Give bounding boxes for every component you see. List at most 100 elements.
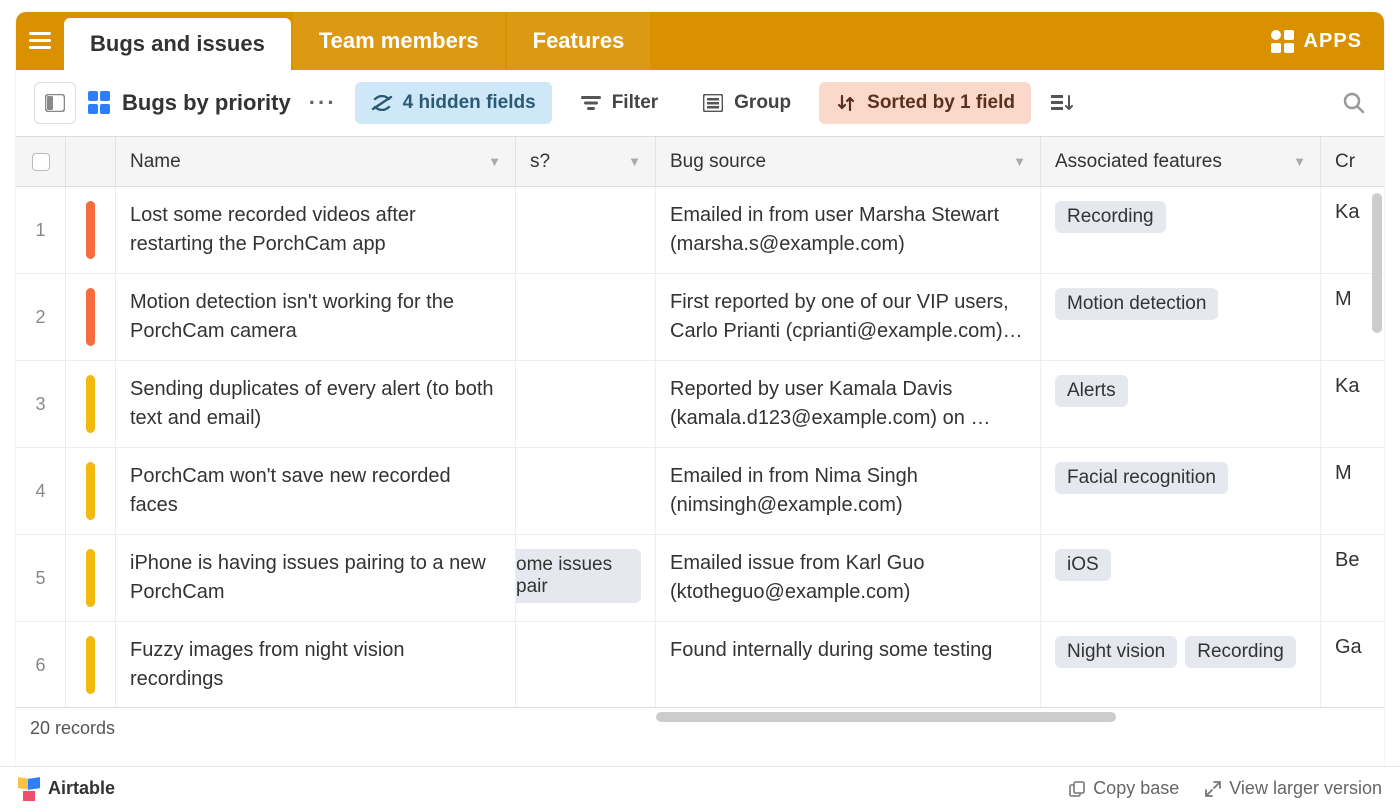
table-row[interactable]: 4 PorchCam won't save new recorded faces E… — [16, 448, 1384, 535]
priority-cell — [66, 187, 116, 273]
sort-button[interactable]: Sorted by 1 field — [819, 82, 1031, 124]
bug-source-cell[interactable]: Reported by user Kamala Davis (kamala.d1… — [656, 361, 1041, 447]
header-select-all[interactable] — [16, 137, 66, 186]
bug-source-cell[interactable]: Emailed in from user Marsha Stewart (mar… — [656, 187, 1041, 273]
priority-cell — [66, 535, 116, 621]
apps-label: APPS — [1304, 30, 1362, 53]
vertical-scrollbar[interactable] — [1372, 193, 1382, 333]
search-icon — [1342, 91, 1366, 115]
hidden-fields-icon — [371, 92, 393, 114]
priority-indicator — [86, 636, 95, 694]
table-body: 1Lost some recorded videos after restart… — [16, 187, 1384, 707]
partial-cell[interactable] — [516, 361, 656, 447]
tab-team-members[interactable]: Team members — [293, 12, 505, 70]
bug-source-cell[interactable]: Emailed in from Nima Singh (nimsingh@exa… — [656, 448, 1041, 534]
header-priority[interactable] — [66, 137, 116, 186]
menu-button[interactable] — [16, 12, 64, 70]
table-row[interactable]: 5 iPhone is having issues pairing to a ne… — [16, 535, 1384, 622]
view-larger-label: View larger version — [1229, 778, 1382, 799]
priority-indicator — [86, 288, 95, 346]
hidden-fields-button[interactable]: 4 hidden fields — [355, 82, 552, 124]
select-all-checkbox[interactable] — [32, 153, 50, 171]
table-header-row: Name ▼ s? ▼ Bug source ▼ Associated feat… — [16, 137, 1384, 187]
created-cell[interactable]: Ga — [1321, 622, 1381, 707]
horizontal-scrollbar-thumb[interactable] — [656, 712, 1116, 722]
row-number: 5 — [16, 535, 66, 621]
created-cell[interactable]: Ka — [1321, 361, 1381, 447]
header-name[interactable]: Name ▼ — [116, 137, 516, 186]
brand[interactable]: Airtable — [18, 778, 115, 800]
associated-features-cell[interactable]: Facial recognition — [1041, 448, 1321, 534]
partial-cell[interactable] — [516, 187, 656, 273]
feature-tag[interactable]: Night vision — [1055, 636, 1177, 668]
partial-cell[interactable] — [516, 274, 656, 360]
table-row[interactable]: 3 Sending duplicates of every alert (to b… — [16, 361, 1384, 448]
sidebar-icon — [45, 94, 65, 112]
feature-tag[interactable]: Motion detection — [1055, 288, 1218, 320]
tab-label: Team members — [319, 28, 479, 54]
feature-tag[interactable]: Facial recognition — [1055, 462, 1228, 494]
name-cell[interactable]: Motion detection isn't working for the P… — [116, 274, 516, 360]
filter-label: Filter — [612, 92, 658, 114]
associated-features-cell[interactable]: iOS — [1041, 535, 1321, 621]
feature-tag[interactable]: iOS — [1055, 549, 1111, 581]
view-more-button[interactable]: ··· — [303, 90, 343, 116]
copy-base-button[interactable]: Copy base — [1069, 778, 1179, 799]
header-created[interactable]: Cr — [1321, 137, 1381, 186]
tab-label: Bugs and issues — [90, 31, 265, 57]
chevron-down-icon: ▼ — [628, 154, 641, 169]
row-number: 3 — [16, 361, 66, 447]
group-button[interactable]: Group — [686, 82, 807, 124]
name-cell[interactable]: Fuzzy images from night vision recording… — [116, 622, 516, 707]
name-cell[interactable]: Lost some recorded videos after restarti… — [116, 187, 516, 273]
priority-indicator — [86, 462, 95, 520]
header-s[interactable]: s? ▼ — [516, 137, 656, 186]
tab-features[interactable]: Features — [507, 12, 651, 70]
feature-tag[interactable]: Alerts — [1055, 375, 1128, 407]
name-cell[interactable]: iPhone is having issues pairing to a new… — [116, 535, 516, 621]
status-bar: Airtable Copy base View larger version — [0, 766, 1400, 810]
partial-cell[interactable]: ome issues pair — [516, 535, 656, 621]
associated-features-cell[interactable]: Alerts — [1041, 361, 1321, 447]
header-bug-source-label: Bug source — [670, 151, 766, 173]
table-row[interactable]: 6 Fuzzy images from night vision recordin… — [16, 622, 1384, 707]
header-name-label: Name — [130, 151, 181, 173]
apps-icon — [1271, 30, 1294, 53]
tab-bugs-and-issues[interactable]: Bugs and issues — [64, 18, 291, 70]
view-larger-button[interactable]: View larger version — [1205, 778, 1382, 799]
horizontal-scrollbar-track[interactable] — [16, 710, 1384, 724]
airtable-logo-icon — [18, 778, 40, 800]
toggle-sidebar-button[interactable] — [34, 82, 76, 124]
apps-button[interactable]: APPS — [1249, 12, 1384, 70]
partial-cell[interactable] — [516, 622, 656, 707]
name-cell[interactable]: Sending duplicates of every alert (to bo… — [116, 361, 516, 447]
search-button[interactable] — [1342, 91, 1366, 115]
bug-source-cell[interactable]: Emailed issue from Karl Guo (ktotheguo@e… — [656, 535, 1041, 621]
header-associated-features[interactable]: Associated features ▼ — [1041, 137, 1321, 186]
created-cell[interactable]: M — [1321, 448, 1381, 534]
cell-fragment: ome issues pair — [516, 549, 641, 603]
header-bug-source[interactable]: Bug source ▼ — [656, 137, 1041, 186]
row-height-button[interactable] — [1043, 82, 1081, 124]
priority-cell — [66, 274, 116, 360]
view-picker[interactable]: Bugs by priority — [88, 90, 291, 116]
priority-indicator — [86, 201, 95, 259]
header-s-label: s? — [530, 151, 550, 173]
bug-source-cell[interactable]: Found internally during some testing — [656, 622, 1041, 707]
partial-cell[interactable] — [516, 448, 656, 534]
feature-tag[interactable]: Recording — [1055, 201, 1166, 233]
associated-features-cell[interactable]: Recording — [1041, 187, 1321, 273]
row-number: 6 — [16, 622, 66, 707]
row-number: 4 — [16, 448, 66, 534]
created-cell[interactable]: Be — [1321, 535, 1381, 621]
table-row[interactable]: 1Lost some recorded videos after restart… — [16, 187, 1384, 274]
bug-source-cell[interactable]: First reported by one of our VIP users, … — [656, 274, 1041, 360]
chevron-down-icon: ▼ — [488, 154, 501, 169]
feature-tag[interactable]: Recording — [1185, 636, 1296, 668]
table-row[interactable]: 2Motion detection isn't working for the … — [16, 274, 1384, 361]
filter-button[interactable]: Filter — [564, 82, 674, 124]
name-cell[interactable]: PorchCam won't save new recorded faces — [116, 448, 516, 534]
associated-features-cell[interactable]: Night visionRecording — [1041, 622, 1321, 707]
priority-indicator — [86, 375, 95, 433]
associated-features-cell[interactable]: Motion detection — [1041, 274, 1321, 360]
